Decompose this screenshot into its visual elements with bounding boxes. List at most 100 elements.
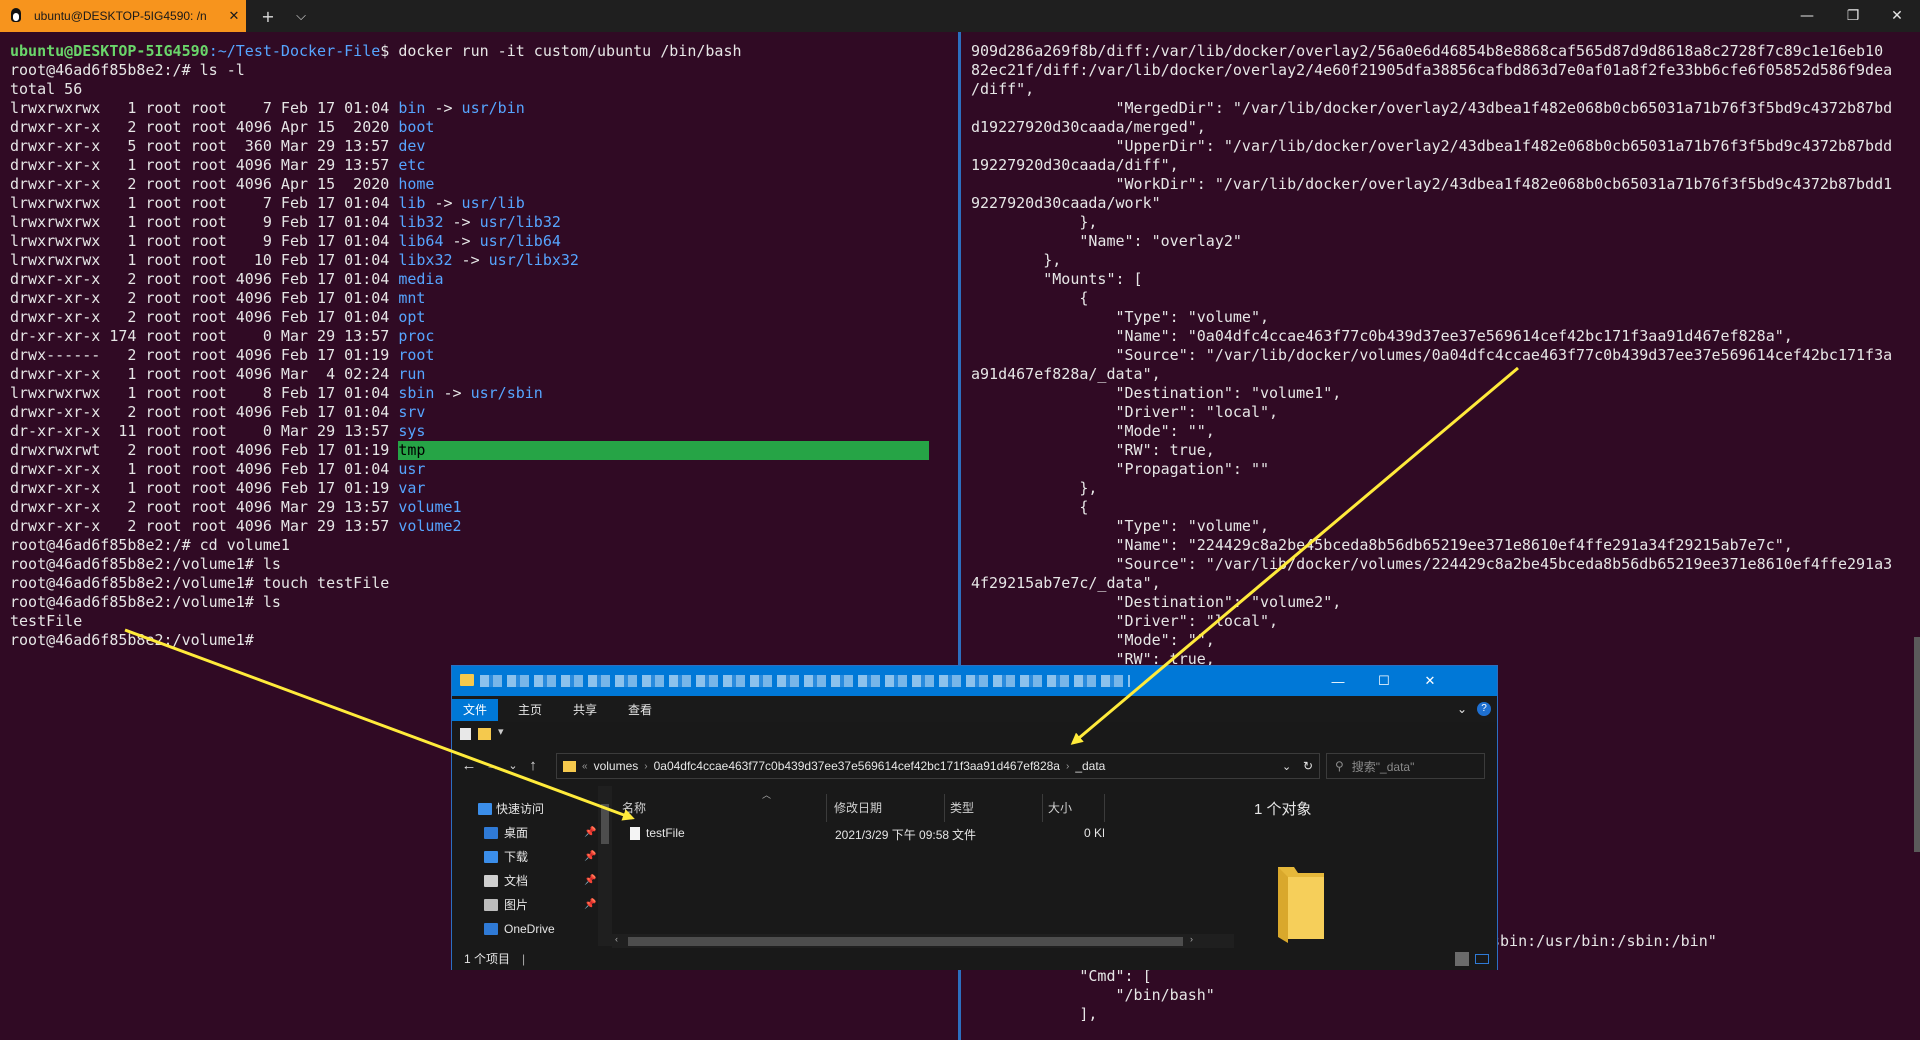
ribbon-tab-share[interactable]: 共享 bbox=[562, 699, 608, 721]
ls-entry-meta: dr-xr-xr-x 174 root root 0 Mar 29 13:57 bbox=[10, 327, 399, 345]
details-view-icon[interactable] bbox=[1455, 952, 1469, 966]
explorer-title-bar[interactable]: — ☐ ✕ bbox=[452, 666, 1497, 696]
ls-entry-meta: drwxr-xr-x 2 root root 4096 Mar 29 13:57 bbox=[10, 517, 399, 535]
up-arrow-icon[interactable]: ↑ bbox=[522, 754, 544, 776]
breadcrumb-volume-id[interactable]: 0a04dfc4ccae463f77c0b439d37ee37e569614ce… bbox=[654, 759, 1060, 773]
pin-icon[interactable]: 📌 bbox=[584, 822, 596, 844]
json-line: "Propagation": "" bbox=[971, 460, 1270, 478]
explorer-minimize-button[interactable]: — bbox=[1315, 666, 1361, 696]
nav-scrollbar[interactable] bbox=[598, 786, 612, 946]
breadcrumb-data[interactable]: _data bbox=[1075, 759, 1105, 773]
forward-arrow-icon[interactable]: → bbox=[482, 754, 504, 776]
folder-icon bbox=[563, 760, 576, 772]
nav-item-label: 图片 bbox=[504, 898, 529, 912]
scroll-right-icon[interactable]: › bbox=[1190, 934, 1193, 944]
file-list: 名称 ︿ 修改日期 类型 大小 testFile 2021/3/29 下午 09… bbox=[612, 786, 1234, 946]
nav-scrollbar-thumb[interactable] bbox=[601, 804, 609, 844]
ls-entry-meta: drwxr-xr-x 1 root root 4096 Feb 17 01:04 bbox=[10, 460, 399, 478]
ls-entry: lrwxrwxrwx 1 root root 7 Feb 17 01:04 li… bbox=[10, 194, 929, 213]
file-explorer-window[interactable]: — ☐ ✕ 文件 主页 共享 查看 ⌄ ? ▾ ← → ⌄ ↑ « volume… bbox=[451, 665, 1498, 970]
ls-entry-meta: drwxr-xr-x 2 root root 4096 Feb 17 01:04 bbox=[10, 289, 399, 307]
tab-close-button[interactable]: ✕ bbox=[222, 8, 246, 24]
new-folder-icon[interactable] bbox=[478, 728, 491, 740]
column-header-type[interactable]: 类型 bbox=[950, 798, 974, 818]
json-line: 19227920d30caada/diff", bbox=[971, 156, 1179, 174]
ls-entry-name: tmp bbox=[398, 441, 930, 460]
column-separator[interactable] bbox=[944, 794, 945, 822]
ls-entry-name: srv bbox=[398, 403, 426, 421]
status-separator: | bbox=[522, 952, 526, 966]
cloud-icon bbox=[484, 923, 498, 935]
address-dropdown-icon[interactable]: ⌄ bbox=[1282, 760, 1291, 773]
ls-entry-meta: drwxr-xr-x 2 root root 4096 Feb 17 01:04 bbox=[10, 308, 399, 326]
ls-entry-meta: drwxr-xr-x 1 root root 4096 Feb 17 01:19 bbox=[10, 479, 399, 497]
nav-item[interactable]: 桌面 📌 bbox=[452, 822, 612, 844]
ribbon-tab-view[interactable]: 查看 bbox=[617, 699, 663, 721]
file-row[interactable]: testFile 2021/3/29 下午 09:58 文件 0 KB bbox=[612, 822, 1234, 846]
nav-item[interactable]: OneDrive bbox=[452, 918, 612, 940]
json-line: "Name": "0a04dfc4ccae463f77c0b439d37ee37… bbox=[971, 327, 1793, 345]
pin-icon[interactable]: 📌 bbox=[584, 894, 596, 916]
qat-dropdown-icon[interactable]: ▾ bbox=[498, 725, 504, 738]
terminal-scrollbar[interactable] bbox=[1914, 637, 1920, 852]
nav-item-label: 桌面 bbox=[504, 826, 529, 840]
explorer-maximize-button[interactable]: ☐ bbox=[1361, 666, 1407, 696]
symlink-target: usr/lib32 bbox=[479, 213, 561, 231]
column-header-size[interactable]: 大小 bbox=[1048, 798, 1072, 818]
file-name: testFile bbox=[646, 826, 685, 840]
ls-entry-name: proc bbox=[398, 327, 435, 345]
new-tab-button[interactable]: + bbox=[252, 0, 284, 32]
ribbon-expand-icon[interactable]: ⌄ bbox=[1457, 699, 1467, 719]
json-line: }, bbox=[971, 213, 1098, 231]
properties-icon[interactable] bbox=[460, 728, 471, 740]
terminal-tab[interactable]: ubuntu@DESKTOP-5IG4590: /n ✕ bbox=[0, 0, 246, 32]
json-line: "Mode": "", bbox=[971, 422, 1215, 440]
recent-locations-icon[interactable]: ⌄ bbox=[502, 754, 524, 776]
explorer-ribbon: 文件 主页 共享 查看 ⌄ ? bbox=[452, 696, 1497, 722]
ls-entry-meta: lrwxrwxrwx 1 root root 9 Feb 17 01:04 bbox=[10, 232, 399, 250]
ls-entry-meta: dr-xr-xr-x 11 root root 0 Mar 29 13:57 bbox=[10, 422, 399, 440]
json-line: "Source": "/var/lib/docker/volumes/0a04d… bbox=[971, 346, 1893, 364]
column-header-name[interactable]: 名称 bbox=[622, 798, 646, 818]
json-line: { bbox=[971, 498, 1089, 516]
minimize-button[interactable]: — bbox=[1784, 0, 1830, 32]
sort-indicator-icon: ︿ bbox=[762, 790, 772, 800]
column-header-modified[interactable]: 修改日期 bbox=[834, 798, 882, 818]
terminal-line: root@46ad6f85b8e2:/# ls -l bbox=[10, 61, 245, 79]
pin-icon[interactable]: 📌 bbox=[584, 870, 596, 892]
ribbon-tab-file[interactable]: 文件 bbox=[452, 699, 499, 721]
breadcrumb-overflow[interactable]: « bbox=[582, 761, 588, 772]
maximize-button[interactable]: ❐ bbox=[1830, 0, 1876, 32]
ls-entry: drwxr-xr-x 2 root root 4096 Apr 15 2020 … bbox=[10, 175, 929, 194]
json-line: "MergedDir": "/var/lib/docker/overlay2/4… bbox=[971, 99, 1893, 117]
ls-entry-name: usr bbox=[398, 460, 426, 478]
refresh-icon[interactable]: ↻ bbox=[1303, 759, 1313, 773]
search-input[interactable]: ⚲ 搜索"_data" bbox=[1326, 753, 1485, 779]
symlink-arrow: -> bbox=[434, 384, 471, 402]
download-icon bbox=[484, 851, 498, 863]
tab-dropdown-button[interactable]: ⌵ bbox=[286, 0, 316, 32]
pin-icon[interactable]: 📌 bbox=[584, 846, 596, 868]
file-list-scrollbar[interactable]: ‹ › bbox=[612, 934, 1234, 948]
json-line: ], bbox=[971, 1005, 1098, 1023]
file-list-scrollbar-thumb[interactable] bbox=[628, 937, 1183, 946]
ribbon-tab-home[interactable]: 主页 bbox=[507, 699, 553, 721]
back-arrow-icon[interactable]: ← bbox=[458, 754, 480, 776]
column-separator[interactable] bbox=[826, 794, 827, 822]
nav-item[interactable]: 下载 📌 bbox=[452, 846, 612, 868]
close-button[interactable]: ✕ bbox=[1874, 0, 1920, 32]
breadcrumb-volumes[interactable]: volumes bbox=[594, 759, 639, 773]
scroll-left-icon[interactable]: ‹ bbox=[615, 934, 618, 944]
address-bar[interactable]: « volumes › 0a04dfc4ccae463f77c0b439d37e… bbox=[556, 753, 1320, 779]
help-icon[interactable]: ? bbox=[1477, 702, 1491, 716]
column-separator[interactable] bbox=[1042, 794, 1043, 822]
large-icons-view-icon[interactable] bbox=[1475, 954, 1489, 964]
column-separator[interactable] bbox=[1104, 794, 1105, 822]
json-line: 9227920d30caada/work" bbox=[971, 194, 1161, 212]
terminal-output-left: ubuntu@DESKTOP-5IG4590:~/Test-Docker-Fil… bbox=[10, 42, 930, 650]
json-line: "Name": "overlay2" bbox=[971, 232, 1242, 250]
explorer-close-button[interactable]: ✕ bbox=[1407, 666, 1453, 696]
nav-item[interactable]: 文档 📌 bbox=[452, 870, 612, 892]
nav-item[interactable]: 快速访问 bbox=[452, 798, 612, 820]
nav-item[interactable]: 图片 📌 bbox=[452, 894, 612, 916]
